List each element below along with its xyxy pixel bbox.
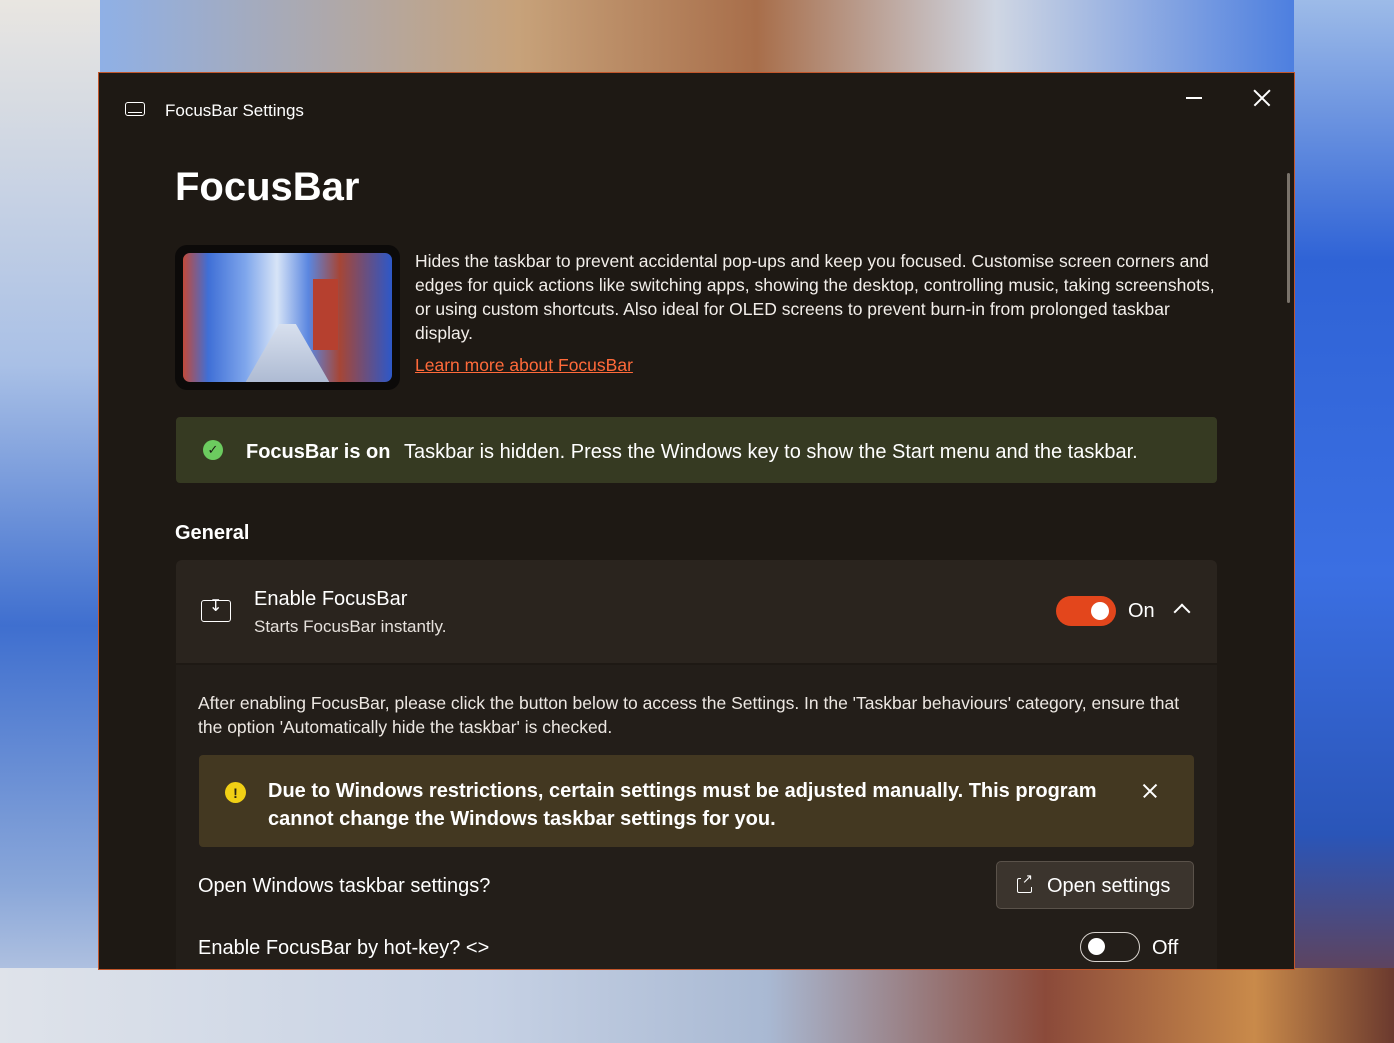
enable-focusbar-state: On (1128, 600, 1155, 622)
open-external-icon (1017, 872, 1033, 893)
open-settings-button[interactable]: Open settings (996, 861, 1194, 909)
window-title: FocusBar Settings (165, 101, 304, 120)
taskbar-download-icon (201, 596, 231, 622)
wallpaper-left (0, 0, 100, 1043)
open-settings-label: Open settings (1047, 875, 1171, 897)
status-message: Taskbar is hidden. Press the Windows key… (404, 441, 1138, 463)
enable-focusbar-title: Enable FocusBar (254, 588, 408, 610)
close-window-button[interactable] (1235, 83, 1285, 123)
hero-image (183, 253, 392, 382)
hotkey-toggle[interactable] (1080, 932, 1140, 962)
enable-focusbar-toggle[interactable] (1056, 596, 1116, 626)
status-infobar: ✓ FocusBar is on Taskbar is hidden. Pres… (176, 417, 1217, 483)
learn-more-link[interactable]: Learn more about FocusBar (415, 355, 633, 376)
minimize-button[interactable] (1169, 83, 1219, 123)
hotkey-state: Off (1152, 937, 1179, 959)
wallpaper-bottom (0, 968, 1394, 1043)
page-title: FocusBar (175, 165, 360, 209)
dismiss-warning-button[interactable] (1139, 779, 1163, 803)
settings-window: FocusBar Settings FocusBar Hides the tas… (98, 72, 1295, 970)
page-description: Hides the taskbar to prevent accidental … (415, 251, 1215, 343)
hero-image-frame (175, 245, 400, 390)
checkmark-circle-icon: ✓ (203, 440, 223, 460)
enable-focusbar-expanded: After enabling FocusBar, please click th… (176, 665, 1217, 969)
open-taskbar-settings-label: Open Windows taskbar settings? (198, 875, 491, 897)
enable-focusbar-card[interactable]: Enable FocusBar Starts FocusBar instantl… (176, 560, 1217, 663)
enable-focusbar-subtitle: Starts FocusBar instantly. (254, 617, 447, 636)
scrollbar-thumb[interactable] (1287, 173, 1290, 303)
warning-text: Due to Windows restrictions, certain set… (268, 780, 1097, 830)
app-icon (125, 102, 145, 116)
chevron-up-icon[interactable] (1173, 603, 1191, 621)
section-title-general: General (175, 522, 250, 544)
wallpaper-right (1294, 0, 1394, 1043)
warning-infobar: ! Due to Windows restrictions, certain s… (199, 755, 1194, 847)
title-bar[interactable]: FocusBar Settings (99, 73, 1294, 149)
wallpaper-top (100, 0, 1294, 73)
status-title: FocusBar is on (246, 441, 391, 463)
instructions-text: After enabling FocusBar, please click th… (198, 693, 1180, 737)
warning-icon: ! (225, 782, 246, 803)
hotkey-label: Enable FocusBar by hot-key? <> (198, 937, 490, 959)
